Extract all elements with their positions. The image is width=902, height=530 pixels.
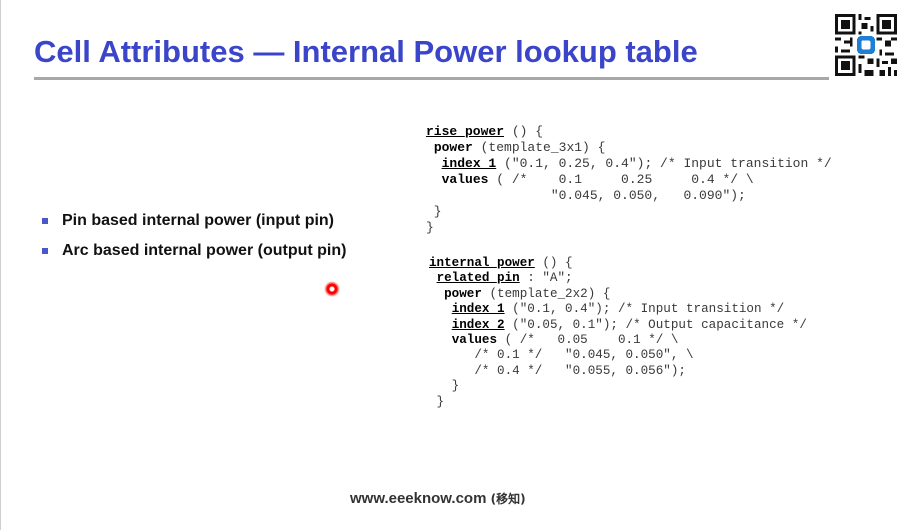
bullet-item: Pin based internal power (input pin) bbox=[42, 211, 346, 230]
laser-pointer-dot bbox=[324, 281, 340, 297]
bullet-text: Pin based internal power (input pin) bbox=[62, 212, 335, 229]
bullet-list: Pin based internal power (input pin) Arc… bbox=[42, 211, 346, 271]
code-block-internal-power: internal_power () { related_pin : "A"; p… bbox=[429, 256, 807, 409]
footer-cn-label: (移知) bbox=[490, 492, 526, 506]
qr-code-icon bbox=[835, 14, 897, 76]
footer-website: www.eeeknow.com (移知) bbox=[350, 490, 526, 507]
square-bullet-icon bbox=[42, 248, 48, 254]
slide-title: Cell Attributes — Internal Power lookup … bbox=[34, 34, 698, 69]
bullet-item: Arc based internal power (output pin) bbox=[42, 241, 346, 260]
slide-left-border bbox=[0, 0, 1, 530]
bullet-text: Arc based internal power (output pin) bbox=[62, 242, 347, 259]
title-underline bbox=[34, 77, 829, 80]
square-bullet-icon bbox=[42, 218, 48, 224]
code-block-rise-power: rise_power () { power (template_3x1) { i… bbox=[426, 124, 832, 235]
footer-url: www.eeeknow.com bbox=[350, 490, 487, 507]
